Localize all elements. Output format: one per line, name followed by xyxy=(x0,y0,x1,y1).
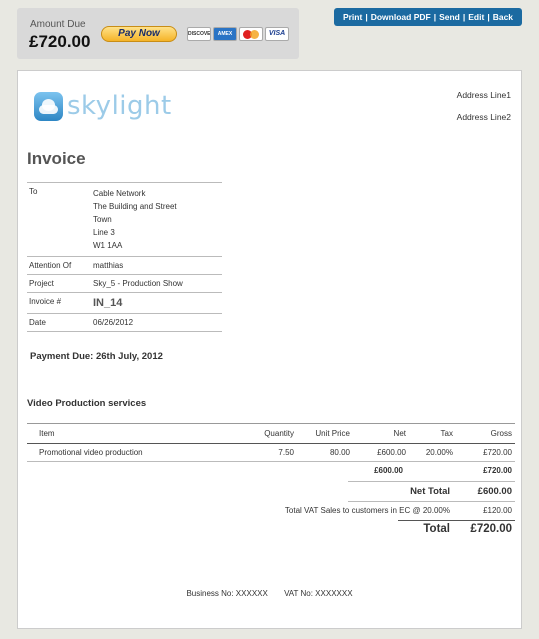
attention-label: Attention Of xyxy=(27,256,91,275)
payment-cards: DISCOVER AMEX VISA xyxy=(187,27,289,41)
date-value: 06/26/2012 xyxy=(91,313,222,332)
action-bar: Print | Download PDF | Send | Edit | Back xyxy=(334,8,522,26)
visa-card-icon: VISA xyxy=(265,27,289,41)
payment-due: Payment Due: 26th July, 2012 xyxy=(30,351,163,362)
print-link[interactable]: Print xyxy=(343,12,362,22)
logo-text: skylight xyxy=(67,91,172,121)
edit-link[interactable]: Edit xyxy=(468,12,484,22)
line-items-table: Item Quantity Unit Price Net Tax Gross P… xyxy=(27,423,515,462)
invoice-number-value: IN_14 xyxy=(91,292,222,314)
to-address: Cable Network The Building and Street To… xyxy=(91,182,222,257)
to-line: The Building and Street xyxy=(93,202,177,211)
company-logo: skylight xyxy=(34,91,172,121)
item-tax: 20.00% xyxy=(409,443,456,462)
invoice-title: Invoice xyxy=(27,149,86,168)
date-row: Date 06/26/2012 xyxy=(27,313,222,332)
item-net: £600.00 xyxy=(353,443,409,462)
project-row: Project Sky_5 - Production Show xyxy=(27,274,222,293)
divider xyxy=(398,520,515,521)
table-header-row: Item Quantity Unit Price Net Tax Gross xyxy=(27,423,515,444)
subtotal-net: £600.00 xyxy=(374,466,403,475)
to-line: Line 3 xyxy=(93,228,115,237)
header-tax: Tax xyxy=(409,423,456,444)
divider xyxy=(348,501,515,502)
item-name: Promotional video production xyxy=(27,443,247,462)
to-line: W1 1AA xyxy=(93,241,123,250)
to-line: Town xyxy=(93,215,112,224)
invoice-document: skylight Address Line1 Address Line2 Inv… xyxy=(17,70,522,629)
item-unit-price: 80.00 xyxy=(297,443,353,462)
date-label: Date xyxy=(27,313,91,332)
total-value: £720.00 xyxy=(470,523,512,535)
amount-due-value: £720.00 xyxy=(29,32,91,51)
to-line: Cable Network xyxy=(93,189,146,198)
attention-row: Attention Of matthias xyxy=(27,256,222,275)
invoice-info-table: To Cable Network The Building and Street… xyxy=(27,182,222,332)
pay-now-button[interactable]: Pay Now xyxy=(101,26,177,42)
net-total-value: £600.00 xyxy=(477,486,512,497)
item-quantity: 7.50 xyxy=(247,443,297,462)
header-gross: Gross xyxy=(456,423,515,444)
address-line-2: Address Line2 xyxy=(456,112,511,122)
header-unit-price: Unit Price xyxy=(297,423,353,444)
amount-due-panel: Amount Due £720.00 Pay Now DISCOVER AMEX… xyxy=(17,8,299,59)
project-value: Sky_5 - Production Show xyxy=(91,274,222,293)
item-gross: £720.00 xyxy=(456,443,515,462)
project-label: Project xyxy=(27,274,91,293)
cloud-icon xyxy=(34,91,63,121)
total-label: Total xyxy=(423,523,450,535)
section-title: Video Production services xyxy=(27,398,147,409)
to-row: To Cable Network The Building and Street… xyxy=(27,182,222,257)
divider xyxy=(348,481,515,482)
header-quantity: Quantity xyxy=(247,423,297,444)
address-line-1: Address Line1 xyxy=(456,90,511,100)
table-row: Promotional video production 7.50 80.00 … xyxy=(27,443,515,462)
header-item: Item xyxy=(27,423,247,444)
invoice-number-label: Invoice # xyxy=(27,292,91,314)
invoice-number-row: Invoice # IN_14 xyxy=(27,292,222,314)
vat-value: £120.00 xyxy=(483,506,512,515)
download-pdf-link[interactable]: Download PDF xyxy=(371,12,431,22)
discover-card-icon: DISCOVER xyxy=(187,27,211,41)
mastercard-icon xyxy=(239,27,263,41)
attention-value: matthias xyxy=(91,256,222,275)
vat-number: VAT No: XXXXXXX xyxy=(284,589,353,598)
net-total-label: Net Total xyxy=(410,486,450,497)
vat-label: Total VAT Sales to customers in EC @ 20.… xyxy=(284,506,450,515)
back-link[interactable]: Back xyxy=(493,12,513,22)
to-label: To xyxy=(27,182,91,257)
footer: Business No: XXXXXX VAT No: XXXXXXX xyxy=(18,589,521,598)
send-link[interactable]: Send xyxy=(439,12,460,22)
header-net: Net xyxy=(353,423,409,444)
amex-card-icon: AMEX xyxy=(213,27,237,41)
subtotal-gross: £720.00 xyxy=(483,466,512,475)
amount-due-label: Amount Due xyxy=(30,19,86,30)
business-number: Business No: XXXXXX xyxy=(186,589,268,598)
